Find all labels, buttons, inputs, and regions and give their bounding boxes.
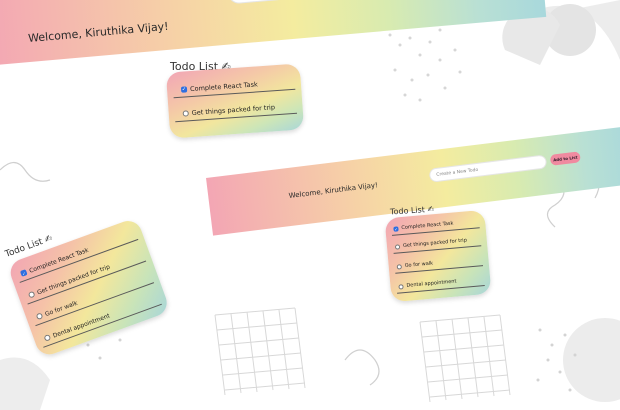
todo-checkbox[interactable] [396, 263, 402, 270]
todo-checkbox[interactable]: ✓ [19, 269, 28, 277]
todo-item[interactable]: Go for walk [388, 252, 489, 275]
todo-checkbox[interactable] [394, 243, 401, 250]
todo-checkbox[interactable] [43, 334, 52, 342]
writing-hand-icon: ✍ [43, 233, 55, 246]
todo-checkbox[interactable]: ✓ [180, 86, 188, 93]
todo-item-label: Go for walk [404, 260, 434, 269]
todo-checkbox[interactable] [35, 312, 44, 321]
todo-item[interactable]: ✓ Complete React Task [167, 73, 302, 99]
todo-item[interactable]: Dental appointment [390, 272, 491, 295]
todo-checkbox[interactable] [182, 110, 189, 117]
todo-item[interactable]: Get things packed for trip [386, 232, 487, 255]
todo-card: ✓ Complete React Task Get things packed … [165, 63, 305, 139]
todo-card: ✓ Complete React Task Get things packed … [384, 209, 492, 303]
todo-checkbox[interactable]: ✓ [393, 225, 399, 232]
todo-item[interactable]: Get things packed for trip [168, 97, 303, 123]
todo-checkbox[interactable] [398, 283, 404, 290]
todo-checkbox[interactable] [27, 290, 36, 299]
writing-hand-icon: ✍ [427, 204, 435, 214]
